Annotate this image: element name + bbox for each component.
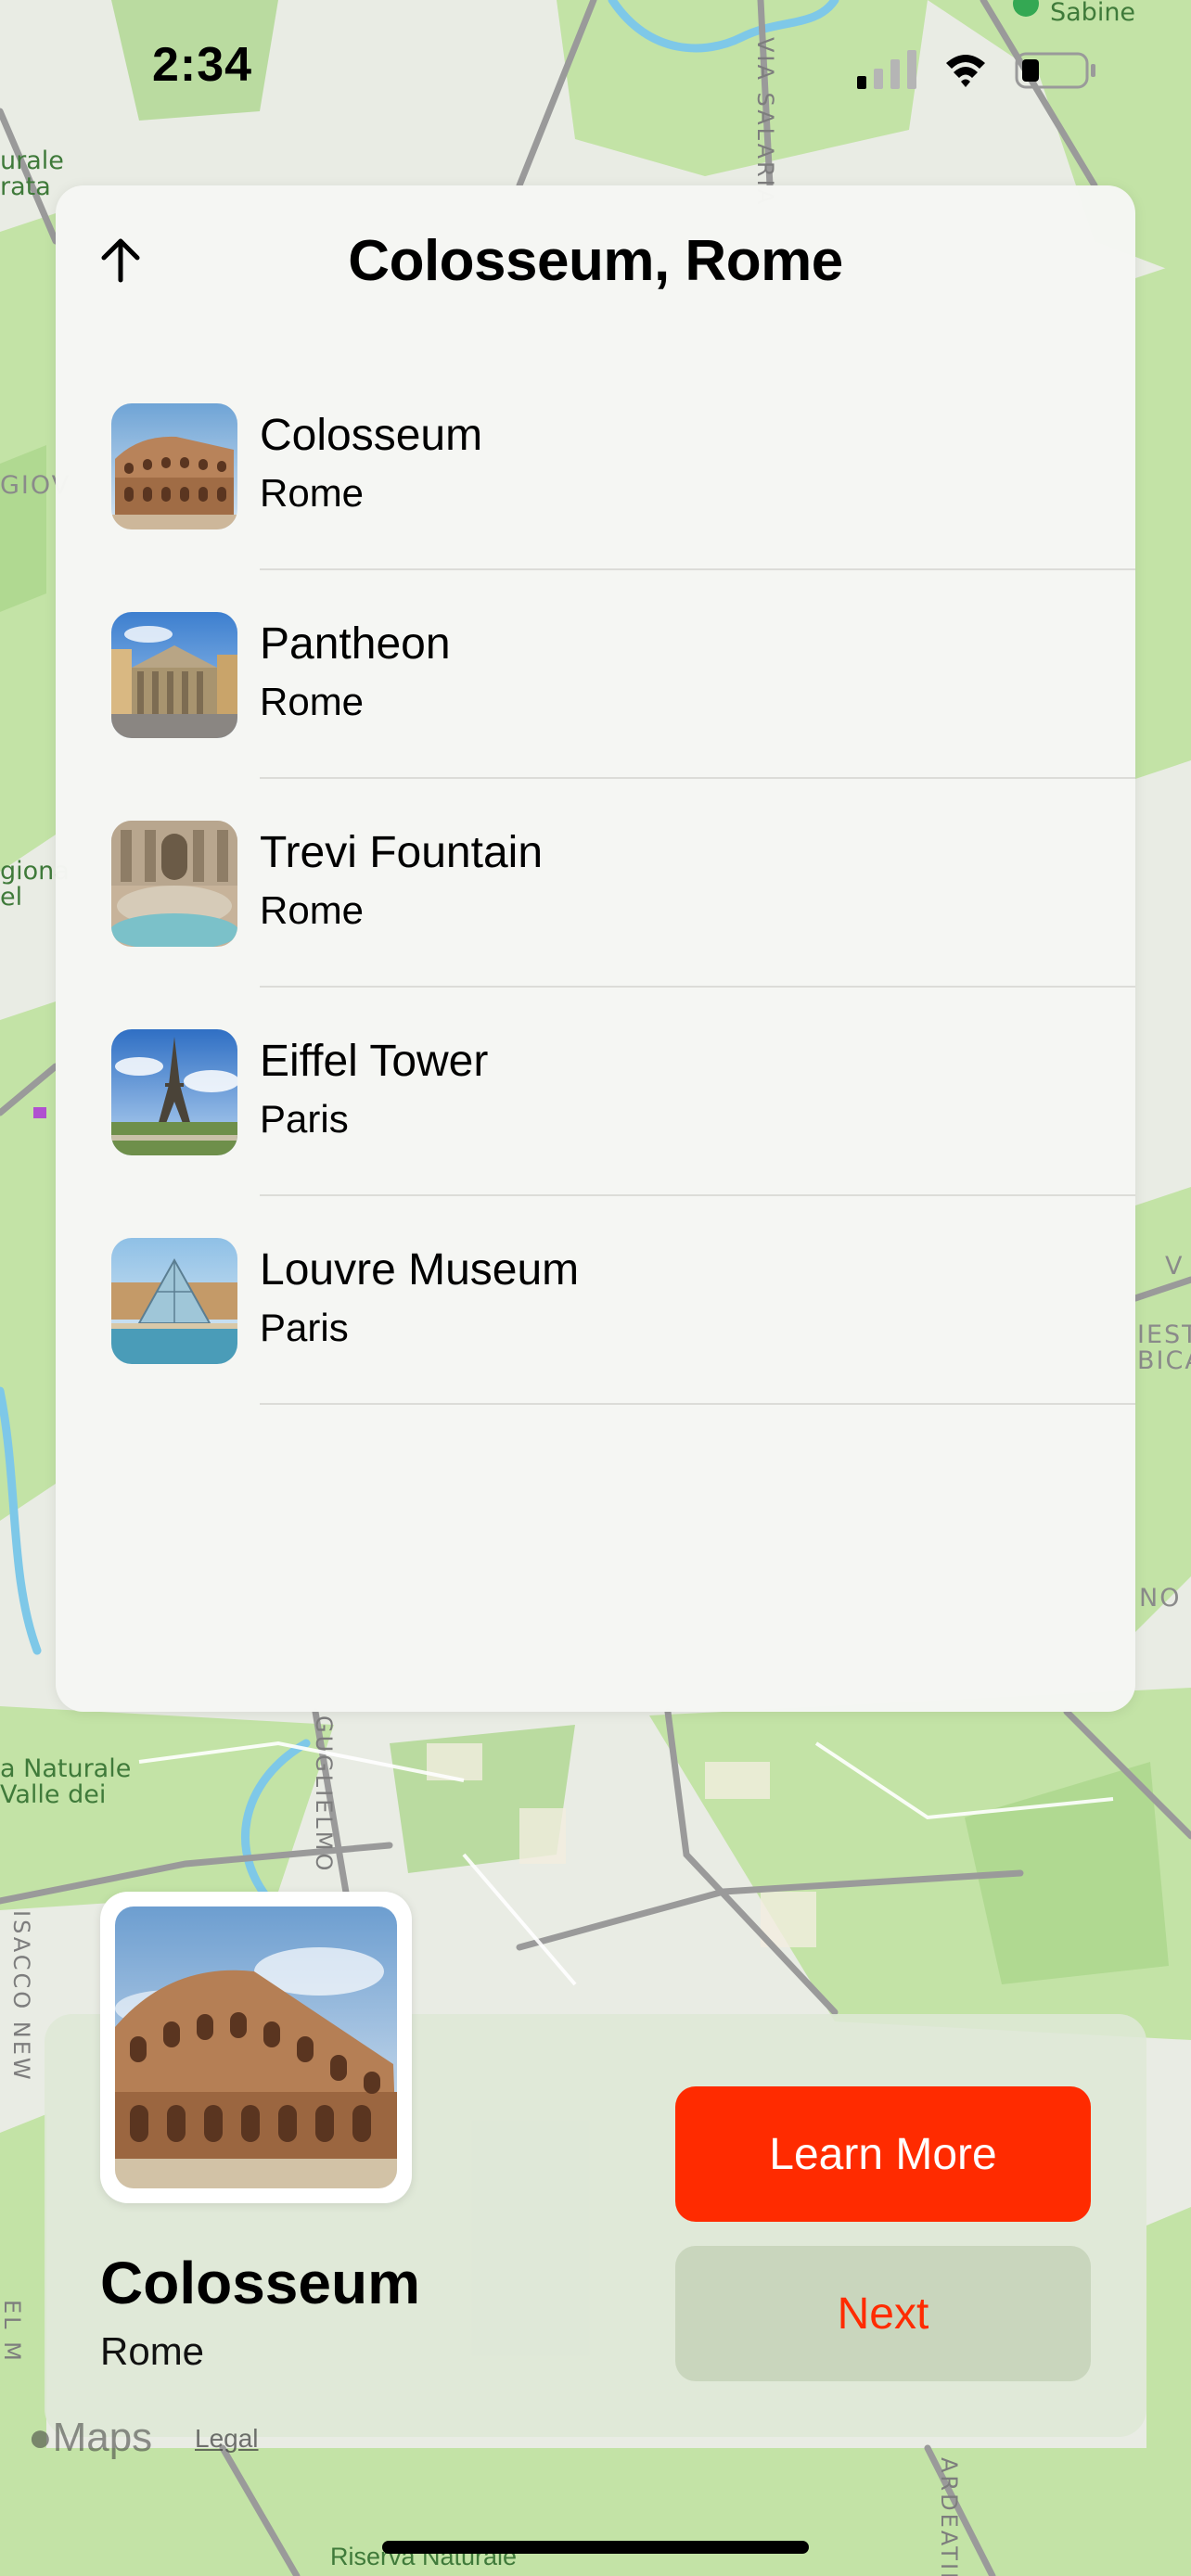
trevi-fountain-thumbnail <box>111 821 237 947</box>
place-photo-frame <box>100 1892 412 2203</box>
place-name: Colosseum <box>260 411 483 460</box>
list-item-pantheon[interactable]: Pantheon Rome <box>56 570 1135 779</box>
card-subtitle: Rome <box>100 2329 205 2373</box>
map-label-isacco: ISACCO NEW <box>8 1910 35 2083</box>
place-name: Trevi Fountain <box>260 828 544 877</box>
list-item-louvre-museum[interactable]: Louvre Museum Paris <box>56 1196 1135 1405</box>
battery-icon <box>1015 52 1095 89</box>
louvre-museum-thumbnail <box>111 1238 237 1364</box>
apple-maps-logo: ●Maps <box>28 2415 153 2460</box>
pantheon-thumbnail <box>111 612 237 738</box>
list-item-trevi-fountain[interactable]: Trevi Fountain Rome <box>56 779 1135 988</box>
place-name: Pantheon <box>260 619 451 669</box>
map-label-no: NO <box>1139 1584 1182 1613</box>
map-label-valle-dei: a Naturale Valle dei <box>0 1754 132 1810</box>
place-name: Louvre Museum <box>260 1245 580 1294</box>
legal-link[interactable]: Legal <box>195 2424 259 2454</box>
place-city: Rome <box>260 471 365 515</box>
status-time: 2:34 <box>152 38 253 92</box>
map-label-guglielmo: GUGLIELMO <box>311 1715 338 1874</box>
cellular-signal-icon <box>857 50 916 89</box>
learn-more-button[interactable]: Learn More <box>675 2086 1091 2222</box>
status-icons <box>853 45 1104 96</box>
place-city: Rome <box>260 680 365 723</box>
map-label-iest: IEST BICA <box>1137 1320 1191 1376</box>
map-label-riserva: urale rata <box>0 147 64 202</box>
map-label-sabine: Sabine <box>1050 0 1136 27</box>
next-button[interactable]: Next <box>675 2246 1091 2381</box>
card-title: Colosseum <box>100 2250 420 2316</box>
place-city: Paris <box>260 1306 349 1349</box>
list-item-colosseum[interactable]: Colosseum Rome <box>56 362 1135 570</box>
map-label-ardeatina: ARDEATINA <box>936 2457 963 2576</box>
colosseum-thumbnail <box>111 403 237 529</box>
search-results-sheet: Colosseum, Rome Colosseum Rome Pantheon … <box>56 185 1135 1712</box>
colosseum-photo <box>115 1906 397 2188</box>
place-list: Colosseum Rome Pantheon Rome Trevi Fount… <box>56 362 1135 1405</box>
place-name: Eiffel Tower <box>260 1037 489 1086</box>
eiffel-tower-thumbnail <box>111 1029 237 1155</box>
map-label-v: V <box>1165 1252 1185 1281</box>
home-indicator[interactable] <box>382 2541 809 2554</box>
divider <box>260 1403 1135 1405</box>
list-item-eiffel-tower[interactable]: Eiffel Tower Paris <box>56 988 1135 1196</box>
wifi-icon <box>946 55 985 87</box>
map-label-via-salaria: VIA SALARIA <box>752 37 779 208</box>
sheet-title: Colosseum, Rome <box>348 229 843 293</box>
place-city: Rome <box>260 888 365 932</box>
apple-logo-icon: ● <box>28 2415 53 2460</box>
map-label-el-m: EL M <box>0 2300 26 2364</box>
place-city: Paris <box>260 1097 349 1141</box>
